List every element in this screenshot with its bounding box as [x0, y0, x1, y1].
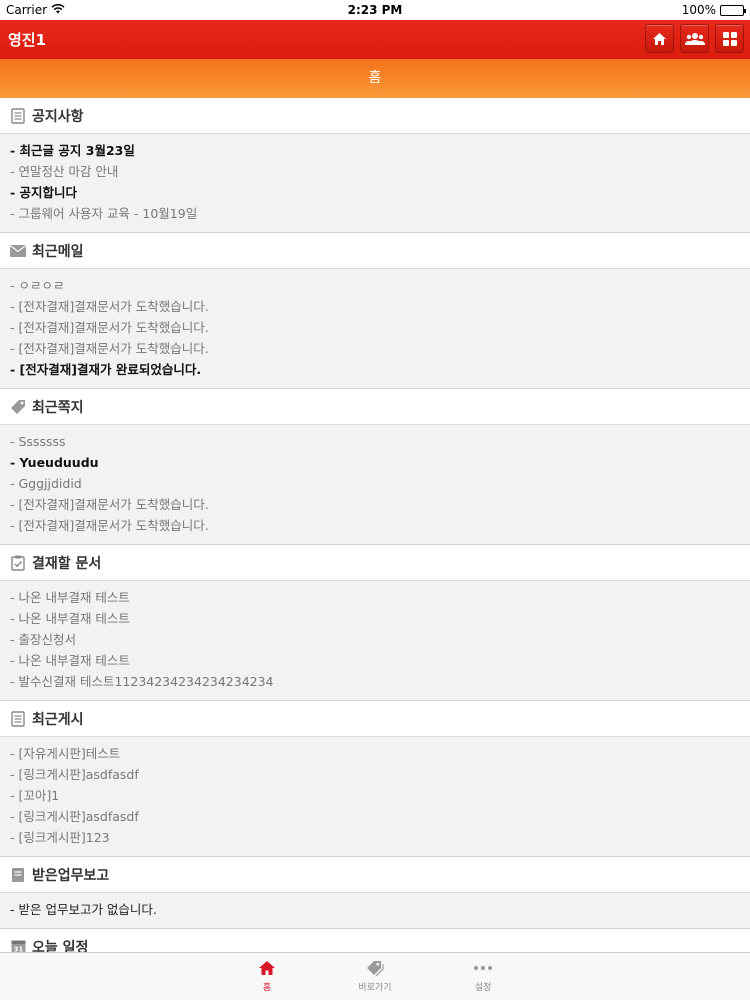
section-header-approval[interactable]: 결재할 문서 [0, 545, 750, 581]
house-icon [653, 32, 666, 45]
page-title-bar: 홈 [0, 59, 750, 98]
bottom-tab-bar: 홈 바로가기 설정 [0, 952, 750, 1000]
tab-shortcut[interactable]: 바로가기 [321, 953, 429, 1000]
section-title: 공지사항 [32, 108, 84, 125]
list-item[interactable]: - Yueuduudu [10, 452, 750, 473]
note-tag-icon [10, 399, 26, 415]
section-title: 최근메일 [32, 243, 84, 260]
app-header: 영진1 [0, 20, 750, 59]
report-book-icon [10, 867, 26, 883]
list-item[interactable]: - [꼬아]1 [10, 785, 750, 806]
battery-info: 100% [681, 3, 746, 17]
list-item[interactable]: - 최근글 공지 3월23일 [10, 140, 750, 161]
list-item[interactable]: - 나온 내부결재 테스트 [10, 650, 750, 671]
battery-percent: 100% [681, 3, 716, 17]
list-item[interactable]: - ㅇㄹㅇㄹ [10, 275, 750, 296]
list-item[interactable]: - [링크게시판]asdfasdf [10, 806, 750, 827]
list-item[interactable]: - 나온 내부결재 테스트 [10, 587, 750, 608]
house-icon [259, 961, 275, 975]
clipboard-check-icon [10, 555, 26, 571]
calendar-icon: 31 [10, 939, 26, 952]
document-icon [10, 710, 26, 727]
tab-label: 설정 [474, 983, 492, 993]
clock: 2:23 PM [347, 3, 403, 17]
contacts-button[interactable] [680, 24, 709, 53]
app-title: 영진1 [8, 31, 47, 49]
section-body-approval: - 나온 내부결재 테스트 - 나온 내부결재 테스트 - 출장신청서 - 나온… [0, 581, 750, 701]
list-item[interactable]: - 나온 내부결재 테스트 [10, 608, 750, 629]
section-body-report: - 받은 업무보고가 없습니다. [0, 893, 750, 929]
envelope-icon [10, 243, 26, 259]
section-body-notice: - 최근글 공지 3월23일 - 연말정산 마감 안내 - 공지합니다 - 그룹… [0, 134, 750, 233]
section-header-notice[interactable]: 공지사항 [0, 98, 750, 134]
tag-icon [367, 961, 384, 976]
battery-icon [720, 4, 746, 16]
dashboard-content: 공지사항 - 최근글 공지 3월23일 - 연말정산 마감 안내 - 공지합니다… [0, 98, 750, 952]
status-bar: Carrier 2:23 PM 100% [0, 0, 750, 20]
tab-label: 바로가기 [358, 983, 392, 993]
menu-grid-button[interactable] [715, 24, 744, 53]
tab-label: 홈 [262, 983, 272, 993]
tab-home[interactable]: 홈 [213, 953, 321, 1000]
document-icon [10, 107, 26, 124]
list-item[interactable]: - 연말정산 마감 안내 [10, 161, 750, 182]
list-item[interactable]: - 공지합니다 [10, 182, 750, 203]
section-title: 결재할 문서 [32, 555, 102, 572]
section-body-mail: - ㅇㄹㅇㄹ - [전자결재]결재문서가 도착했습니다. - [전자결재]결재문… [0, 269, 750, 389]
section-header-board[interactable]: 최근게시 [0, 701, 750, 737]
list-item[interactable]: - [링크게시판]asdfasdf [10, 764, 750, 785]
section-header-mail[interactable]: 최근메일 [0, 233, 750, 269]
section-header-schedule[interactable]: 31 오늘 일정 [0, 929, 750, 952]
list-item[interactable]: - [자유게시판]테스트 [10, 743, 750, 764]
home-button[interactable] [645, 24, 674, 53]
list-item[interactable]: - [전자결재]결재문서가 도착했습니다. [10, 494, 750, 515]
list-item[interactable]: - 그룹웨어 사용자 교육 - 10월19일 [10, 203, 750, 224]
list-item[interactable]: - [전자결재]결재문서가 도착했습니다. [10, 296, 750, 317]
list-item[interactable]: - [전자결재]결재문서가 도착했습니다. [10, 338, 750, 359]
group-icon [684, 32, 705, 45]
grid-icon [722, 31, 737, 46]
section-title: 오늘 일정 [32, 939, 89, 953]
more-dots-icon [474, 966, 492, 970]
list-item[interactable]: - 발수신결재 테스트11234234234234234234 [10, 671, 750, 692]
section-body-board: - [자유게시판]테스트 - [링크게시판]asdfasdf - [꼬아]1 -… [0, 737, 750, 857]
section-title: 받은업무보고 [32, 867, 110, 884]
header-buttons [645, 24, 744, 53]
tab-settings[interactable]: 설정 [429, 953, 537, 1000]
list-item[interactable]: - [전자결재]결재가 완료되었습니다. [10, 359, 750, 380]
list-item[interactable]: - 출장신청서 [10, 629, 750, 650]
section-body-memo: - Sssssss - Yueuduudu - Gggjjdidid - [전자… [0, 425, 750, 545]
list-item[interactable]: - [전자결재]결재문서가 도착했습니다. [10, 515, 750, 536]
list-item[interactable]: - [링크게시판]123 [10, 827, 750, 848]
section-title: 최근쪽지 [32, 399, 84, 416]
section-header-report[interactable]: 받은업무보고 [0, 857, 750, 893]
section-header-memo[interactable]: 최근쪽지 [0, 389, 750, 425]
list-item[interactable]: - Sssssss [10, 431, 750, 452]
list-item[interactable]: - Gggjjdidid [10, 473, 750, 494]
section-title: 최근게시 [32, 711, 84, 728]
list-item[interactable]: - [전자결재]결재문서가 도착했습니다. [10, 317, 750, 338]
list-item: - 받은 업무보고가 없습니다. [10, 902, 157, 917]
